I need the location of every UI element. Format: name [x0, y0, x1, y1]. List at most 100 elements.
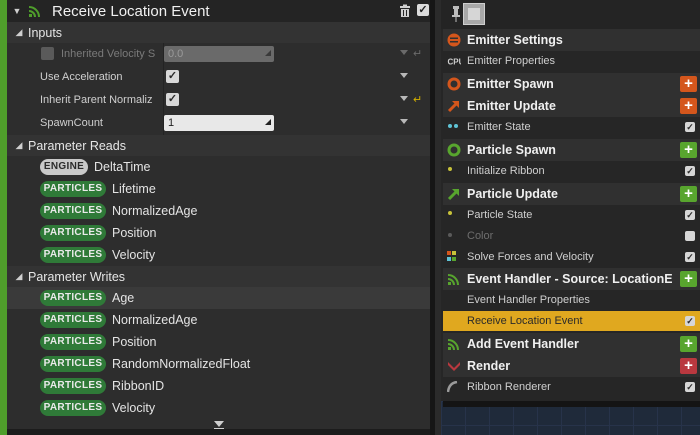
input-row-use-acceleration: Use Acceleration ✓ [7, 66, 430, 89]
emitter-update-section[interactable]: Emitter Update + [443, 95, 700, 117]
read-row[interactable]: PARTICLES Velocity [7, 244, 430, 266]
use-acceleration-checkbox[interactable]: ✓ [166, 70, 179, 83]
write-row[interactable]: PARTICLES Position [7, 331, 430, 353]
read-row[interactable]: ENGINE DeltaTime [7, 156, 430, 178]
particle-state-item[interactable]: Particle State ✓ [443, 205, 700, 225]
input-row-spawn-count: SpawnCount 1 [7, 112, 430, 135]
parameter-name: Age [112, 291, 135, 305]
namespace-badge: ENGINE [40, 159, 88, 175]
collapse-arrow-icon[interactable]: ▼ [10, 6, 24, 16]
add-module-button[interactable]: + [680, 76, 697, 92]
write-row[interactable]: PARTICLES RandomNormalizedFloat [7, 353, 430, 375]
color-item[interactable]: Color ✓ [443, 226, 700, 246]
namespace-badge: PARTICLES [40, 181, 106, 197]
item-label: Emitter State [467, 121, 531, 133]
add-event-handler-section[interactable]: Add Event Handler + [443, 333, 700, 355]
render-section[interactable]: Render + [443, 355, 700, 377]
namespace-badge: PARTICLES [40, 225, 106, 241]
module-enabled-checkbox[interactable]: ✓ [685, 166, 695, 176]
ribbon-renderer-item[interactable]: Ribbon Renderer ✓ [443, 377, 700, 397]
write-row[interactable]: PARTICLES Age [7, 287, 430, 309]
module-enabled-checkbox[interactable]: ✓ [685, 231, 695, 241]
item-label: Receive Location Event [467, 315, 583, 327]
item-label: Emitter Properties [467, 55, 556, 67]
expand-arrow-icon: ◢ [15, 271, 23, 281]
read-row[interactable]: PARTICLES Position [7, 222, 430, 244]
emitter-state-item[interactable]: Emitter State ✓ [443, 117, 700, 137]
add-event-handler-button[interactable]: + [680, 336, 697, 352]
module-icon [447, 251, 456, 261]
parameter-name: Lifetime [112, 182, 156, 196]
parameter-writes-header[interactable]: ◢ Parameter Writes [7, 266, 430, 287]
inherit-parent-normalized-checkbox[interactable]: ✓ [166, 93, 179, 106]
event-handler-properties-item[interactable]: Event Handler Properties [443, 290, 700, 310]
event-handler-section[interactable]: Event Handler - Source: LocationEvent + [443, 268, 700, 290]
namespace-badge: PARTICLES [40, 356, 106, 372]
section-title: Emitter Spawn [467, 77, 554, 91]
emitter-spawn-section[interactable]: Emitter Spawn + [443, 73, 700, 95]
parameter-name: Velocity [112, 401, 156, 415]
write-row[interactable]: PARTICLES NormalizedAge [7, 309, 430, 331]
trash-icon[interactable] [398, 4, 412, 18]
parameter-name: NormalizedAge [112, 204, 198, 218]
dropdown-arrow-icon[interactable] [400, 119, 408, 124]
reset-to-default-icon[interactable]: ↵ [413, 47, 422, 60]
reset-to-default-icon[interactable]: ↵ [413, 93, 422, 106]
namespace-badge: PARTICLES [40, 400, 106, 416]
input-row-inherit-parent-normalized: Inherit Parent Normaliz ✓ ↵ [7, 89, 430, 112]
column-divider [163, 89, 164, 112]
read-row[interactable]: PARTICLES Lifetime [7, 178, 430, 200]
svg-text:CPU: CPU [448, 58, 462, 67]
add-module-button[interactable]: + [680, 98, 697, 114]
module-enabled-checkbox[interactable]: ✓ [685, 122, 695, 132]
section-title: Particle Spawn [467, 143, 556, 157]
namespace-badge: PARTICLES [40, 290, 106, 306]
solve-forces-item[interactable]: Solve Forces and Velocity ✓ [443, 247, 700, 267]
module-enabled-checkbox[interactable]: ✓ [685, 316, 695, 326]
add-renderer-button[interactable]: + [680, 358, 697, 374]
item-label: Initialize Ribbon [467, 165, 545, 177]
section-title: Particle Update [467, 187, 559, 201]
cpu-icon: CPU [447, 55, 461, 67]
particle-spawn-icon [447, 143, 461, 157]
spawn-count-field[interactable]: 1 [164, 115, 274, 131]
dropdown-arrow-icon[interactable] [400, 96, 408, 101]
add-module-button[interactable]: + [680, 271, 697, 287]
inputs-category-header[interactable]: ◢ Inputs [7, 22, 430, 43]
parameter-name: NormalizedAge [112, 313, 198, 327]
read-row[interactable]: PARTICLES NormalizedAge [7, 200, 430, 222]
particle-update-section[interactable]: Particle Update + [443, 183, 700, 205]
stack-bottom-shadow [443, 401, 700, 407]
module-enabled-checkbox[interactable]: ✓ [417, 4, 429, 16]
module-enabled-checkbox[interactable]: ✓ [685, 252, 695, 262]
section-title: Render [467, 359, 511, 373]
item-label: Event Handler Properties [467, 294, 590, 306]
emitter-properties-item[interactable]: CPU Emitter Properties [443, 51, 700, 71]
add-module-button[interactable]: + [680, 186, 697, 202]
item-label: Particle State [467, 209, 533, 221]
parameter-name: Position [112, 226, 157, 240]
scroll-down-icon[interactable] [214, 421, 224, 427]
parameter-reads-label: Parameter Reads [28, 138, 126, 153]
input-label: Inherited Velocity S [61, 48, 156, 60]
dropdown-arrow-icon[interactable] [400, 50, 408, 55]
inherited-velocity-override-checkbox[interactable] [41, 47, 54, 60]
particle-spawn-section[interactable]: Particle Spawn + [443, 139, 700, 161]
column-divider [163, 66, 164, 89]
pin-icon[interactable] [451, 6, 461, 22]
receive-location-event-item[interactable]: Receive Location Event ✓ [443, 311, 700, 331]
item-label: Solve Forces and Velocity [467, 251, 594, 263]
parameter-reads-header[interactable]: ◢ Parameter Reads [7, 135, 430, 156]
input-label: Inherit Parent Normaliz [40, 94, 153, 106]
module-enabled-checkbox[interactable]: ✓ [685, 382, 695, 392]
write-row[interactable]: PARTICLES Velocity [7, 397, 430, 419]
emitter-thumbnail[interactable] [463, 3, 485, 25]
inherited-velocity-field[interactable]: 0.0 [164, 46, 274, 62]
dropdown-arrow-icon[interactable] [400, 73, 408, 78]
field-value: 0.0 [168, 48, 184, 60]
initialize-ribbon-item[interactable]: Initialize Ribbon ✓ [443, 161, 700, 181]
emitter-settings-section[interactable]: Emitter Settings [443, 29, 700, 51]
write-row[interactable]: PARTICLES RibbonID [7, 375, 430, 397]
add-module-button[interactable]: + [680, 142, 697, 158]
module-enabled-checkbox[interactable]: ✓ [685, 210, 695, 220]
